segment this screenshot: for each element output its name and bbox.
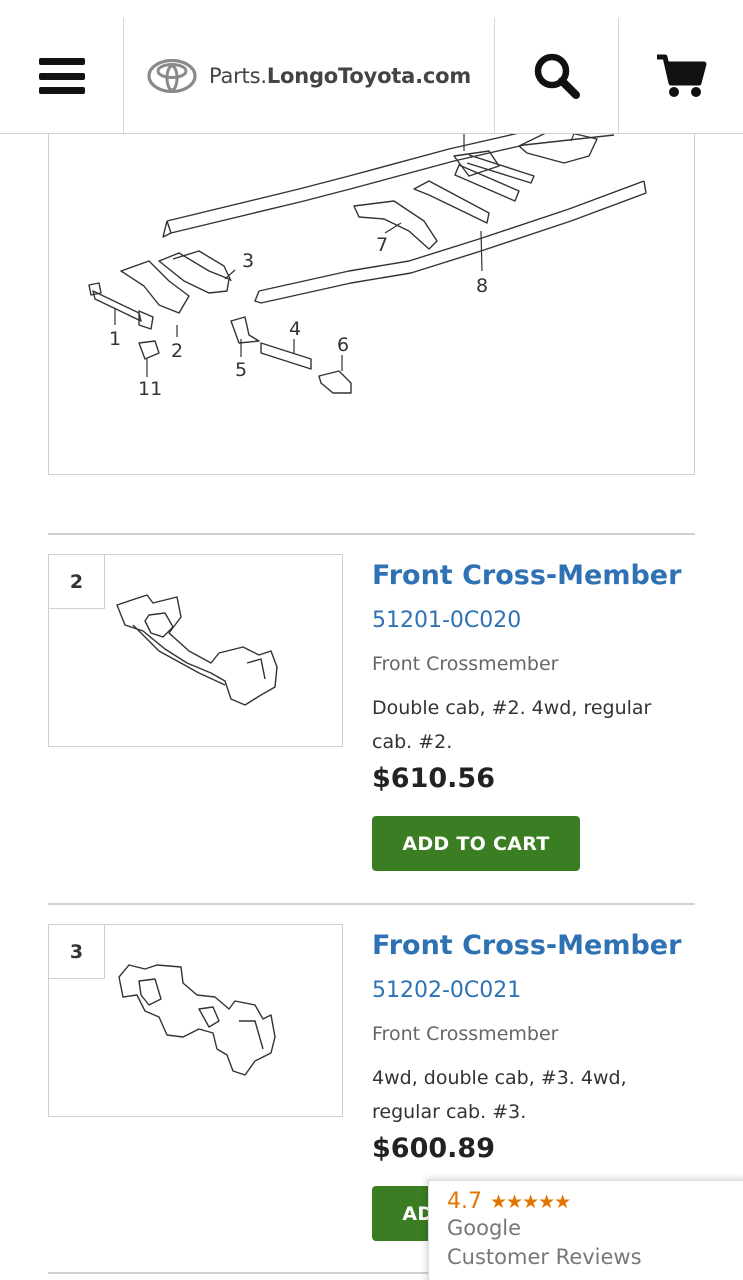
- frame-diagram-drawing: 3 7 8 1 2 4 6 5 11: [88, 121, 647, 400]
- hamburger-icon: [38, 58, 85, 94]
- callout-4[interactable]: 4: [289, 318, 301, 340]
- site-logo-link[interactable]: Parts.LongoToyota.com: [123, 18, 494, 134]
- callout-11[interactable]: 11: [138, 378, 162, 400]
- part-ref-number: 3: [49, 925, 105, 979]
- callout-5[interactable]: 5: [235, 359, 247, 381]
- part-notes: Double cab, #2. 4wd, regular cab. #2.: [372, 697, 652, 753]
- callout-3[interactable]: 3: [242, 250, 254, 272]
- search-button[interactable]: [494, 18, 618, 134]
- callout-6[interactable]: 6: [337, 334, 349, 356]
- site-header: Parts.LongoToyota.com: [0, 0, 743, 134]
- part-thumbnail[interactable]: 3: [48, 924, 343, 1117]
- part-title-link[interactable]: Front Cross-Member: [372, 554, 695, 598]
- menu-button[interactable]: [0, 18, 123, 134]
- customer-reviews-label: Customer Reviews: [447, 1245, 642, 1269]
- part-thumbnail[interactable]: 2: [48, 554, 343, 747]
- section-divider: [48, 903, 695, 905]
- part-price: $610.56: [372, 763, 495, 794]
- cart-button[interactable]: [618, 18, 743, 134]
- part-notes: 4wd, double cab, #3. 4wd, regular cab. #…: [372, 1067, 627, 1123]
- toyota-logo-icon: [147, 59, 197, 93]
- callout-1[interactable]: 1: [109, 328, 121, 350]
- callout-8[interactable]: 8: [476, 275, 488, 297]
- section-divider: [48, 533, 695, 535]
- star-rating-icon: ★★★★★: [490, 1190, 571, 1213]
- part-ref-number: 2: [49, 555, 105, 609]
- part-number-link[interactable]: 51201-0C020: [372, 604, 695, 638]
- part-title-link[interactable]: Front Cross-Member: [372, 924, 695, 968]
- add-to-cart-button[interactable]: ADD TO CART: [372, 816, 580, 871]
- google-rating-value: 4.7: [447, 1189, 482, 1214]
- site-name: Parts.LongoToyota.com: [208, 64, 472, 88]
- google-reviews-badge[interactable]: 4.7 ★★★★★ Google Customer Reviews: [428, 1180, 743, 1280]
- cart-icon: [657, 54, 707, 97]
- callout-2[interactable]: 2: [171, 340, 183, 362]
- part-number-link[interactable]: 51202-0C021: [372, 974, 695, 1008]
- parts-diagram[interactable]: 3 7 8 1 2 4 6 5 11: [48, 120, 695, 475]
- part-description: Front Crossmember: [372, 1023, 559, 1045]
- google-label: Google: [447, 1216, 522, 1240]
- part-description: Front Crossmember: [372, 653, 559, 675]
- part-price: $600.89: [372, 1133, 495, 1164]
- callout-7[interactable]: 7: [376, 234, 388, 256]
- search-icon: [534, 53, 580, 99]
